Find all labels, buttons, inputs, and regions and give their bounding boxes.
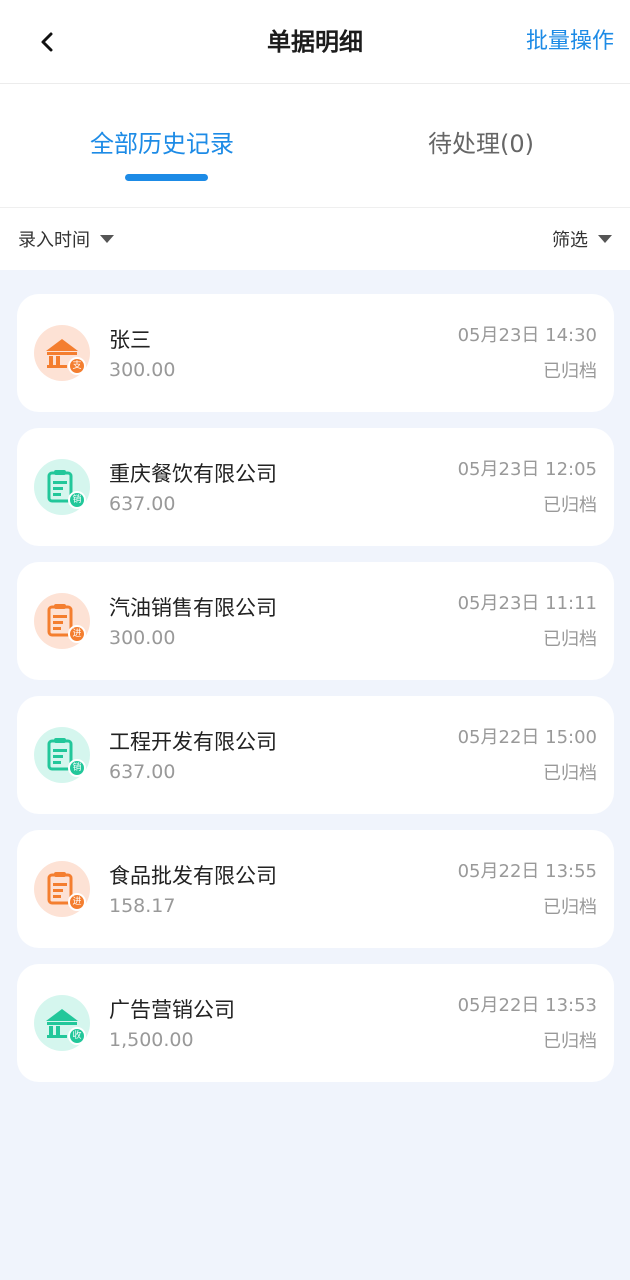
invoice-icon: 销 [34,727,90,783]
record-time: 05月23日 14:30 [457,325,597,346]
badge: 收 [68,1027,86,1045]
badge: 进 [68,893,86,911]
invoice-icon: 销 [34,459,90,515]
record-amount: 637.00 [109,493,176,515]
record-card[interactable]: 销 工程开发有限公司 637.00 05月22日 15:00 已归档 [17,696,614,814]
caret-down-icon [100,235,114,243]
record-card[interactable]: 进 食品批发有限公司 158.17 05月22日 13:55 已归档 [17,830,614,948]
tab-all-history[interactable]: 全部历史记录 [90,124,234,159]
record-card[interactable]: 进 汽油销售有限公司 300.00 05月23日 11:11 已归档 [17,562,614,680]
record-status: 已归档 [543,361,597,382]
record-card[interactable]: 收 广告营销公司 1,500.00 05月22日 13:53 已归档 [17,964,614,1082]
record-status: 已归档 [543,897,597,918]
record-name: 汽油销售有限公司 [109,596,277,620]
record-amount: 158.17 [109,895,176,917]
record-name: 食品批发有限公司 [109,864,277,888]
record-amount: 637.00 [109,761,176,783]
badge: 销 [68,491,86,509]
sort-entry-time-dropdown[interactable]: 录入时间 [18,226,114,252]
record-status: 已归档 [543,495,597,516]
record-status: 已归档 [543,629,597,650]
record-card[interactable]: 销 重庆餐饮有限公司 637.00 05月23日 12:05 已归档 [17,428,614,546]
caret-down-icon [598,235,612,243]
record-amount: 300.00 [109,359,176,381]
filter-bar: 录入时间 筛选 [0,208,630,270]
record-time: 05月22日 13:53 [457,995,597,1016]
record-name: 张三 [109,328,151,352]
tab-pending[interactable]: 待处理(0) [428,124,534,159]
record-time: 05月22日 15:00 [457,727,597,748]
record-name: 重庆餐饮有限公司 [109,462,277,486]
badge: 销 [68,759,86,777]
header-bar: 单据明细 批量操作 [0,0,630,84]
record-time: 05月22日 13:55 [457,861,597,882]
bank-icon: 收 [34,995,90,1051]
active-tab-indicator [125,174,208,181]
invoice-icon: 进 [34,861,90,917]
bank-icon: 支 [34,325,90,381]
record-amount: 300.00 [109,627,176,649]
batch-operation-button[interactable]: 批量操作 [526,0,614,84]
filter-dropdown[interactable]: 筛选 [552,226,612,252]
record-time: 05月23日 11:11 [457,593,597,614]
tab-bar: 全部历史记录 待处理(0) [0,84,630,208]
record-status: 已归档 [543,1031,597,1052]
badge: 进 [68,625,86,643]
badge: 支 [68,357,86,375]
record-name: 广告营销公司 [109,998,235,1022]
record-name: 工程开发有限公司 [109,730,277,754]
record-time: 05月23日 12:05 [457,459,597,480]
sort-label: 录入时间 [18,230,90,251]
record-status: 已归档 [543,763,597,784]
invoice-icon: 进 [34,593,90,649]
filter-label: 筛选 [552,230,588,251]
record-card[interactable]: 支 张三 300.00 05月23日 14:30 已归档 [17,294,614,412]
record-amount: 1,500.00 [109,1029,194,1051]
